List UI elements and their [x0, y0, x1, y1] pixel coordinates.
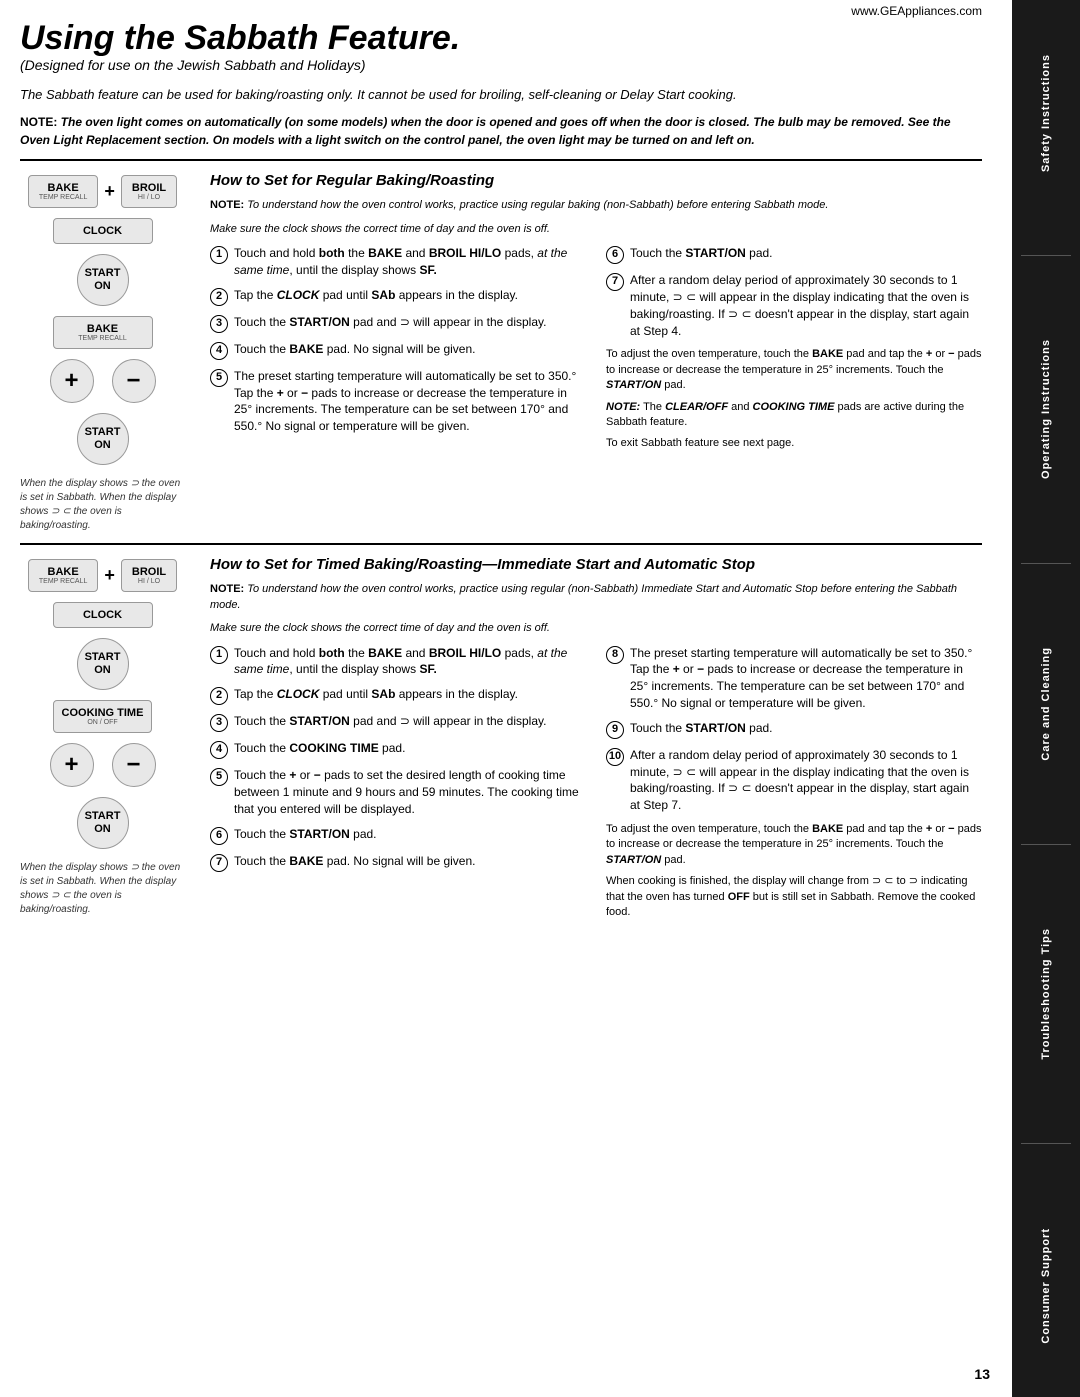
intro-paragraph: The Sabbath feature can be used for baki… — [20, 87, 737, 102]
page-title: Using the Sabbath Feature. — [20, 20, 460, 57]
section1-steps: 1 Touch and hold both the BAKE and BROIL… — [210, 245, 982, 458]
page-subtitle: (Designed for use on the Jewish Sabbath … — [20, 57, 460, 73]
sidebar-item-safety: Safety Instructions — [1040, 46, 1052, 180]
section1-note2: Make sure the clock shows the correct ti… — [210, 222, 982, 237]
bake-button-3[interactable]: BAKE TEMP RECALL — [28, 559, 99, 592]
step-1-7: 7 After a random delay period of approxi… — [606, 272, 982, 339]
step-1-5: 5 The preset starting temperature will a… — [210, 368, 586, 435]
sidebar-item-operating: Operating Instructions — [1040, 331, 1052, 487]
start-button-1[interactable]: STARTON — [77, 254, 129, 306]
section2-finish: When cooking is finished, the display wi… — [606, 874, 982, 920]
header-row: Using the Sabbath Feature. (Designed for… — [20, 20, 982, 77]
section1: BAKE TEMP RECALL + BROIL HI / LO CLOCK S… — [20, 159, 982, 533]
step-2-2: 2 Tap the CLOCK pad until SAb appears in… — [210, 686, 586, 705]
step-1-3: 3 Touch the START/ON pad and ⊃ will appe… — [210, 314, 586, 333]
sidebar-item-care: Care and Cleaning — [1040, 639, 1052, 769]
section1-steps-right: 6 Touch the START/ON pad. 7 After a rand… — [606, 245, 982, 458]
sidebar-item-consumer: Consumer Support — [1040, 1220, 1052, 1352]
start-button-4[interactable]: STARTON — [77, 797, 129, 849]
section1-instructions: How to Set for Regular Baking/Roasting N… — [195, 171, 982, 533]
start-row-3: STARTON — [77, 638, 129, 690]
bake-button-2[interactable]: BAKE TEMP RECALL — [53, 316, 153, 349]
website-url: www.GEAppliances.com — [851, 4, 982, 18]
section1-exit: To exit Sabbath feature see next page. — [606, 436, 982, 451]
bake-button-1[interactable]: BAKE TEMP RECALL — [28, 175, 99, 208]
sidebar-divider-3 — [1021, 844, 1071, 845]
step-2-3: 3 Touch the START/ON pad and ⊃ will appe… — [210, 713, 586, 732]
step-2-5: 5 Touch the + or − pads to set the desir… — [210, 767, 586, 817]
section1-title: How to Set for Regular Baking/Roasting — [210, 171, 982, 191]
sidebar-divider-1 — [1021, 255, 1071, 256]
control-panel-2: BAKE TEMP RECALL + BROIL HI / LO CLOCK S… — [20, 555, 195, 926]
start-button-2[interactable]: STARTON — [77, 413, 129, 465]
sidebar-divider-4 — [1021, 1143, 1071, 1144]
step-2-8: 8 The preset starting temperature will a… — [606, 645, 982, 712]
section2-steps-left: 1 Touch and hold both the BAKE and BROIL… — [210, 645, 586, 927]
plus-connector-2: + — [104, 565, 115, 586]
step-2-10: 10 After a random delay period of approx… — [606, 747, 982, 814]
step-1-6: 6 Touch the START/ON pad. — [606, 245, 982, 264]
bake-broil-row-2: BAKE TEMP RECALL + BROIL HI / LO — [28, 559, 177, 592]
step-1-4: 4 Touch the BAKE pad. No signal will be … — [210, 341, 586, 360]
step-2-4: 4 Touch the COOKING TIME pad. — [210, 740, 586, 759]
step-1-2: 2 Tap the CLOCK pad until SAb appears in… — [210, 287, 586, 306]
broil-button-1[interactable]: BROIL HI / LO — [121, 175, 177, 208]
sidebar-item-troubleshooting: Troubleshooting Tips — [1040, 920, 1052, 1068]
section2-title: How to Set for Timed Baking/Roasting—Imm… — [210, 555, 982, 575]
plusminus-row-1: + − — [50, 359, 156, 403]
step-2-6: 6 Touch the START/ON pad. — [210, 826, 586, 845]
clock-button-2[interactable]: CLOCK — [53, 602, 153, 628]
step-2-9: 9 Touch the START/ON pad. — [606, 720, 982, 739]
note-text: NOTE: The oven light comes on automatica… — [20, 113, 982, 149]
step-1-1: 1 Touch and hold both the BAKE and BROIL… — [210, 245, 586, 279]
sidebar-divider-2 — [1021, 563, 1071, 564]
start-row-1: STARTON — [77, 254, 129, 306]
section2: BAKE TEMP RECALL + BROIL HI / LO CLOCK S… — [20, 543, 982, 926]
section2-note2: Make sure the clock shows the correct ti… — [210, 621, 982, 636]
step-2-7: 7 Touch the BAKE pad. No signal will be … — [210, 853, 586, 872]
minus-button-2[interactable]: − — [112, 743, 156, 787]
plus-button-1[interactable]: + — [50, 359, 94, 403]
page-title-block: Using the Sabbath Feature. (Designed for… — [20, 20, 460, 77]
section2-caption: When the display shows ⊃ the oven is set… — [20, 861, 185, 917]
section2-adjust: To adjust the oven temperature, touch th… — [606, 822, 982, 868]
section1-caption: When the display shows ⊃ the oven is set… — [20, 477, 185, 533]
section2-note1: NOTE: To understand how the oven control… — [210, 582, 982, 613]
control-panel-1: BAKE TEMP RECALL + BROIL HI / LO CLOCK S… — [20, 171, 195, 533]
plusminus-row-2: + − — [50, 743, 156, 787]
step-2-1: 1 Touch and hold both the BAKE and BROIL… — [210, 645, 586, 679]
sidebar: Safety Instructions Operating Instructio… — [1012, 0, 1080, 1397]
bake2-row-1: BAKE TEMP RECALL — [53, 316, 153, 349]
broil-button-2[interactable]: BROIL HI / LO — [121, 559, 177, 592]
section1-note1: NOTE: To understand how the oven control… — [210, 198, 982, 213]
page-number: 13 — [974, 1366, 990, 1382]
start-button-3[interactable]: STARTON — [77, 638, 129, 690]
start-row-2: STARTON — [77, 413, 129, 465]
section1-steps-left: 1 Touch and hold both the BAKE and BROIL… — [210, 245, 586, 458]
section2-steps-right: 8 The preset starting temperature will a… — [606, 645, 982, 927]
intro-text: The Sabbath feature can be used for baki… — [20, 85, 982, 105]
section2-instructions: How to Set for Timed Baking/Roasting—Imm… — [195, 555, 982, 926]
clock-row-2: CLOCK — [53, 602, 153, 628]
section2-steps: 1 Touch and hold both the BAKE and BROIL… — [210, 645, 982, 927]
cooking-time-button[interactable]: COOKING TIME ON / OFF — [53, 700, 153, 733]
section1-adjust: To adjust the oven temperature, touch th… — [606, 347, 982, 393]
main-content: Using the Sabbath Feature. (Designed for… — [0, 0, 1012, 956]
clock-row-1: CLOCK — [53, 218, 153, 244]
section1-note3: NOTE: The CLEAR/OFF and COOKING TIME pad… — [606, 400, 982, 431]
start-row-4: STARTON — [77, 797, 129, 849]
plus-connector-1: + — [104, 181, 115, 202]
plus-button-2[interactable]: + — [50, 743, 94, 787]
note-content: The oven light comes on automatically (o… — [20, 115, 951, 147]
clock-button-1[interactable]: CLOCK — [53, 218, 153, 244]
minus-button-1[interactable]: − — [112, 359, 156, 403]
bake-broil-row: BAKE TEMP RECALL + BROIL HI / LO — [28, 175, 177, 208]
cooking-time-row: COOKING TIME ON / OFF — [53, 700, 153, 733]
